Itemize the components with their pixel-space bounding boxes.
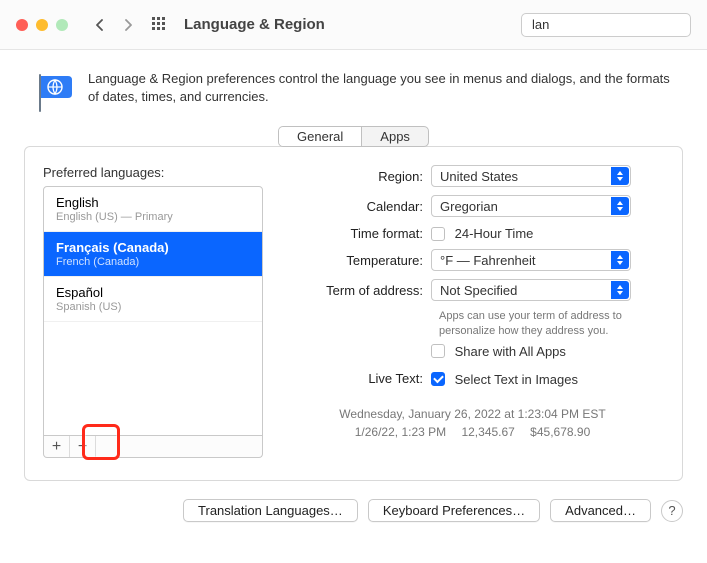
language-region-icon <box>32 70 74 112</box>
time-format-checkbox[interactable] <box>431 227 445 241</box>
select-arrows-icon <box>611 281 629 299</box>
footer: Translation Languages… Keyboard Preferen… <box>0 489 707 540</box>
time-format-option: 24-Hour Time <box>455 226 534 241</box>
tab-general[interactable]: General <box>279 127 361 146</box>
term-of-address-label: Term of address: <box>281 283 431 298</box>
help-button[interactable]: ? <box>661 500 683 522</box>
settings-panel: Preferred languages: English English (US… <box>24 146 683 481</box>
window: Language & Region ✕ Language & Region pr… <box>0 0 707 563</box>
select-arrows-icon <box>611 197 629 215</box>
search-input[interactable] <box>532 17 707 32</box>
minimize-window-button[interactable] <box>36 19 48 31</box>
add-language-button[interactable]: + <box>44 436 70 457</box>
translation-languages-button[interactable]: Translation Languages… <box>183 499 358 522</box>
time-format-label: Time format: <box>281 226 431 241</box>
close-window-button[interactable] <box>16 19 28 31</box>
select-arrows-icon <box>611 167 629 185</box>
tab-apps[interactable]: Apps <box>361 127 428 146</box>
language-subtitle: English (US) — Primary <box>56 211 250 223</box>
share-all-apps-checkbox[interactable] <box>431 344 445 358</box>
language-name: Français (Canada) <box>56 240 250 255</box>
preferred-languages-label: Preferred languages: <box>43 165 263 180</box>
select-arrows-icon <box>611 251 629 269</box>
window-controls <box>16 19 68 31</box>
term-of-address-help: Apps can use your term of address to per… <box>439 309 659 339</box>
term-of-address-select[interactable]: Not Specified <box>431 279 631 301</box>
calendar-label: Calendar: <box>281 199 431 214</box>
remove-language-button[interactable]: − <box>70 436 96 457</box>
preferred-languages-section: Preferred languages: English English (US… <box>43 165 263 458</box>
add-remove-bar: + − <box>43 436 263 458</box>
region-select[interactable]: United States <box>431 165 631 187</box>
share-all-apps-label: Share with All Apps <box>455 344 566 359</box>
sample-line-2: 1/26/22, 1:23 PM 12,345.67 $45,678.90 <box>281 423 664 441</box>
temperature-value: °F — Fahrenheit <box>440 253 536 268</box>
keyboard-preferences-button[interactable]: Keyboard Preferences… <box>368 499 540 522</box>
zoom-window-button[interactable] <box>56 19 68 31</box>
language-name: English <box>56 195 250 210</box>
language-item[interactable]: English English (US) — Primary <box>44 187 262 232</box>
preferred-languages-list[interactable]: English English (US) — Primary Français … <box>43 186 263 436</box>
back-button[interactable] <box>88 13 112 37</box>
language-name: Español <box>56 285 250 300</box>
term-of-address-value: Not Specified <box>440 283 517 298</box>
format-samples: Wednesday, January 26, 2022 at 1:23:04 P… <box>281 405 664 441</box>
calendar-select[interactable]: Gregorian <box>431 195 631 217</box>
temperature-select[interactable]: °F — Fahrenheit <box>431 249 631 271</box>
window-title: Language & Region <box>184 16 325 33</box>
calendar-value: Gregorian <box>440 199 498 214</box>
region-label: Region: <box>281 169 431 184</box>
advanced-button[interactable]: Advanced… <box>550 499 651 522</box>
description-text: Language & Region preferences control th… <box>88 70 675 105</box>
language-item[interactable]: Français (Canada) French (Canada) <box>44 232 262 277</box>
live-text-checkbox[interactable] <box>431 372 445 386</box>
header: Language & Region preferences control th… <box>24 66 683 126</box>
live-text-label: Live Text: <box>281 371 431 386</box>
forward-button[interactable] <box>116 13 140 37</box>
nav-arrows <box>88 13 140 37</box>
language-subtitle: Spanish (US) <box>56 301 250 313</box>
titlebar: Language & Region ✕ <box>0 0 707 50</box>
sample-line-1: Wednesday, January 26, 2022 at 1:23:04 P… <box>281 405 664 423</box>
show-all-prefs-button[interactable] <box>148 13 172 37</box>
language-subtitle: French (Canada) <box>56 256 250 268</box>
temperature-label: Temperature: <box>281 253 431 268</box>
region-settings: Region: United States Calendar: <box>281 165 664 458</box>
search-field-container[interactable]: ✕ <box>521 13 691 37</box>
language-item[interactable]: Español Spanish (US) <box>44 277 262 322</box>
content: Language & Region preferences control th… <box>0 50 707 489</box>
region-value: United States <box>440 169 518 184</box>
live-text-option: Select Text in Images <box>455 372 578 387</box>
tab-bar: General Apps <box>24 126 683 147</box>
